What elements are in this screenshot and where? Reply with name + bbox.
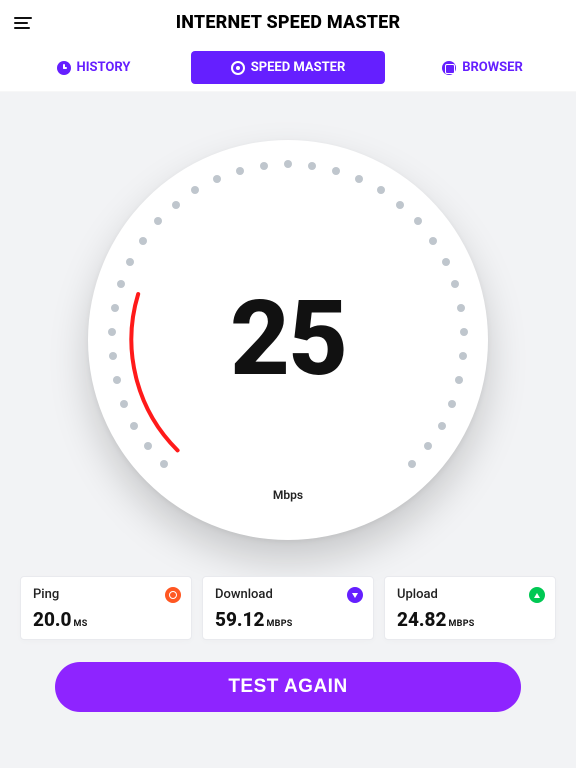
tab-history[interactable]: HISTORY (0, 44, 187, 91)
download-label: Download (215, 587, 361, 602)
app-title: INTERNET SPEED MASTER (176, 12, 401, 33)
card-download: Download 59.12 MBPS (202, 576, 374, 640)
upload-value-row: 24.82 MBPS (397, 608, 543, 631)
ping-icon (165, 587, 181, 603)
download-value: 59.12 (215, 608, 264, 631)
download-icon (347, 587, 363, 603)
gauge-icon (231, 61, 245, 75)
top-bar: INTERNET SPEED MASTER (0, 0, 576, 44)
card-upload: Upload 24.82 MBPS (384, 576, 556, 640)
upload-unit: MBPS (448, 619, 474, 629)
main-content: 25 Mbps Ping 20.0 MS Download 59.12 MBPS… (0, 92, 576, 712)
tab-bar: HISTORY SPEED MASTER BROWSER (0, 44, 576, 92)
ping-label: Ping (33, 587, 179, 602)
tab-browser[interactable]: BROWSER (389, 44, 576, 91)
upload-label: Upload (397, 587, 543, 602)
gauge-dial: 25 Mbps (88, 140, 488, 540)
menu-icon[interactable] (14, 14, 32, 30)
clock-icon (57, 61, 71, 75)
metric-cards: Ping 20.0 MS Download 59.12 MBPS Upload … (20, 576, 556, 640)
upload-icon (529, 587, 545, 603)
speed-gauge: 25 Mbps (88, 140, 488, 540)
browser-icon (442, 61, 456, 75)
tab-browser-label: BROWSER (462, 60, 523, 75)
ping-value-row: 20.0 MS (33, 608, 179, 631)
upload-value: 24.82 (397, 608, 446, 631)
download-value-row: 59.12 MBPS (215, 608, 361, 631)
tab-speed-master[interactable]: SPEED MASTER (191, 51, 385, 84)
download-unit: MBPS (266, 619, 292, 629)
gauge-ticks (88, 140, 488, 540)
gauge-unit: Mbps (273, 488, 303, 502)
test-again-button[interactable]: TEST AGAIN (55, 662, 521, 712)
tab-speed-label: SPEED MASTER (251, 60, 346, 75)
ping-unit: MS (74, 619, 88, 629)
ping-value: 20.0 (33, 608, 72, 631)
tab-history-label: HISTORY (77, 60, 131, 75)
card-ping: Ping 20.0 MS (20, 576, 192, 640)
